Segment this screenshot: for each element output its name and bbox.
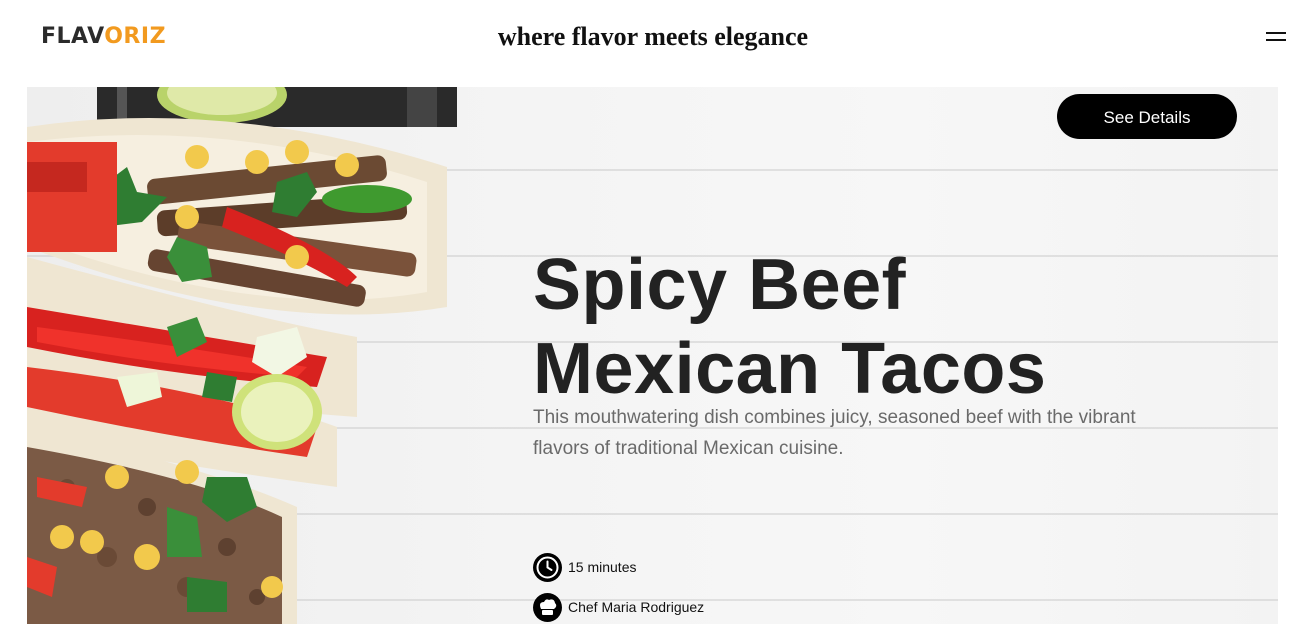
menu-line [1266, 39, 1286, 41]
recipe-title-line-2: Mexican Tacos [533, 329, 1047, 409]
menu-line [1266, 32, 1286, 34]
chef-hat-icon [533, 592, 562, 622]
recipe-title-line-1: Spicy Beef [533, 245, 907, 325]
recipe-title: Spicy Beef Mexican Tacos [533, 243, 1233, 411]
site-tagline: where flavor meets elegance [497, 22, 809, 51]
cook-time: 15 minutes [533, 552, 636, 582]
recipe-description: This mouthwatering dish combines juicy, … [533, 407, 1136, 459]
clock-icon [533, 552, 562, 582]
chef-name-text: Chef Maria Rodriguez [568, 599, 705, 615]
hamburger-menu-icon[interactable] [1266, 30, 1288, 44]
chef-name: Chef Maria Rodriguez [533, 592, 704, 622]
top-navigation-bar: FLAVORIZ where flavor meets elegance [0, 0, 1306, 76]
beef-tacos-photo [27, 87, 457, 624]
see-details-button[interactable]: See Details [1057, 94, 1237, 139]
hero-banner: See Details Spicy Beef Mexican Tacos Thi… [27, 87, 1278, 624]
cook-time-text: 15 minutes [568, 559, 637, 575]
